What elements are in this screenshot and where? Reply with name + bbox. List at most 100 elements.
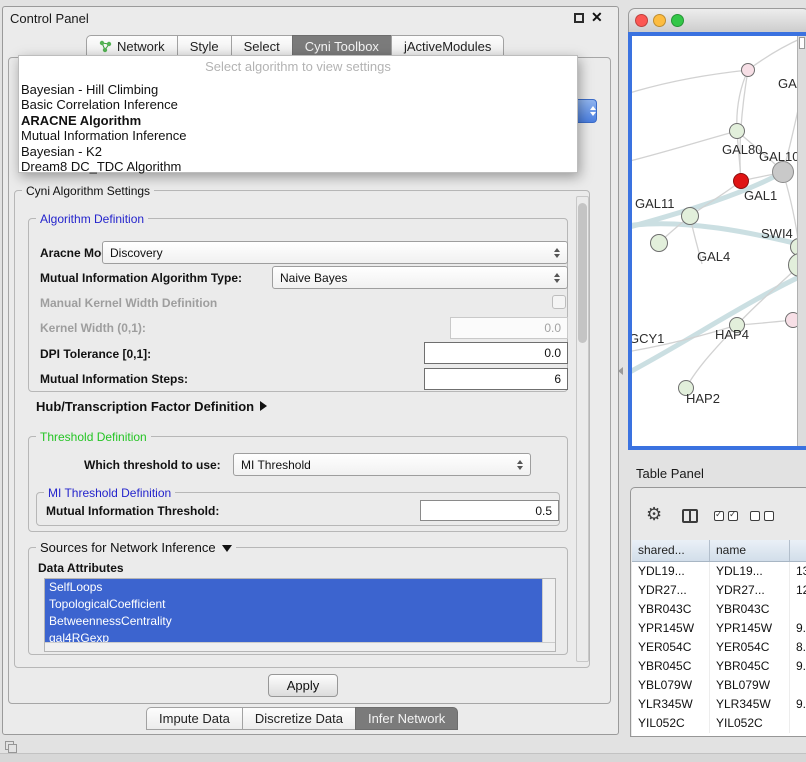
cyni-bottom-tabs: Impute Data Discretize Data Infer Networ…: [146, 707, 458, 730]
node-label-gal1[interactable]: GAL1: [744, 188, 777, 203]
tab-label: jActiveModules: [404, 39, 491, 54]
attribute-item[interactable]: TopologicalCoefficient: [45, 596, 542, 613]
sources-group-toggle[interactable]: Sources for Network Inference: [36, 540, 236, 555]
combo-stepper-icon: [554, 248, 560, 258]
cyni-algorithm-settings-title: Cyni Algorithm Settings: [22, 184, 154, 198]
list-vertical-scrollbar[interactable]: [542, 579, 555, 642]
tab-label: Style: [190, 39, 219, 54]
hub-section-label: Hub/Transcription Factor Definition: [36, 399, 254, 414]
table-row[interactable]: YIL052C YIL052C: [632, 714, 806, 733]
mi-steps-input[interactable]: 6: [424, 368, 568, 390]
aracne-mode-select[interactable]: Discovery: [102, 241, 568, 264]
float-window-icon[interactable]: [574, 13, 584, 23]
mi-threshold-label: Mutual Information Threshold:: [46, 504, 219, 518]
network-canvas[interactable]: GAL7 GAL80 GAL10 GAL11 GAL1 SWI4 GAL4 GC…: [632, 36, 806, 446]
checked-box-icon: [714, 511, 724, 521]
settings-scrollbar[interactable]: [576, 196, 589, 662]
table-row[interactable]: YBR045C YBR045C 9.: [632, 657, 806, 676]
network-window-titlebar[interactable]: [628, 8, 806, 32]
mi-algorithm-type-label: Mutual Information Algorithm Type:: [40, 271, 242, 285]
network-node[interactable]: [772, 161, 794, 183]
network-vertical-scrollbar[interactable]: [797, 36, 806, 446]
gear-icon[interactable]: ⚙: [646, 504, 662, 525]
algorithm-option-selected[interactable]: ARACNE Algorithm: [19, 113, 577, 128]
table-row[interactable]: YBL079W YBL079W: [632, 676, 806, 695]
dpi-tolerance-input[interactable]: 0.0: [424, 342, 568, 364]
node-label-swi4[interactable]: SWI4: [761, 226, 793, 241]
control-panel-title: Control Panel: [10, 11, 89, 26]
aracne-mode-value: Discovery: [110, 246, 163, 260]
cell-shared-name: YDR27...: [632, 581, 710, 600]
cell-shared-name: YBR043C: [632, 600, 710, 619]
cell-value: 8.: [790, 638, 806, 657]
algorithm-option[interactable]: Bayesian - K2: [19, 144, 577, 159]
hub-section-toggle[interactable]: Hub/Transcription Factor Definition: [36, 399, 267, 414]
tab-infer-network[interactable]: Infer Network: [355, 707, 458, 730]
mi-threshold-value: 0.5: [535, 504, 552, 518]
node-label-hap2[interactable]: HAP2: [686, 391, 720, 406]
node-label-hap4[interactable]: HAP4: [715, 327, 749, 342]
apply-button[interactable]: Apply: [268, 674, 338, 697]
cell-name: YDL19...: [710, 562, 790, 581]
cell-shared-name: YBR045C: [632, 657, 710, 676]
scrollbar-thumb[interactable]: [578, 203, 587, 343]
column-header[interactable]: [790, 540, 806, 561]
node-label-gal80[interactable]: GAL80: [722, 142, 762, 157]
table-row[interactable]: YPR145W YPR145W 9.: [632, 619, 806, 638]
close-traffic-light-icon[interactable]: [635, 14, 648, 27]
algorithm-option[interactable]: Dream8 DC_TDC Algorithm: [19, 159, 577, 174]
table-row[interactable]: YDR27... YDR27... 12: [632, 581, 806, 600]
panel-splitter-arrow[interactable]: [618, 367, 623, 375]
tab-discretize-data[interactable]: Discretize Data: [242, 707, 356, 730]
network-node[interactable]: [681, 207, 699, 225]
column-header-shared-name[interactable]: shared...: [632, 540, 710, 561]
table-row[interactable]: YER054C YER054C 8.: [632, 638, 806, 657]
algorithm-option[interactable]: Bayesian - Hill Climbing: [19, 82, 577, 97]
node-label-gal11[interactable]: GAL11: [635, 196, 675, 211]
manual-kernel-width-label: Manual Kernel Width Definition: [40, 296, 217, 310]
table-row[interactable]: YLR345W YLR345W 9.: [632, 695, 806, 714]
algorithm-option[interactable]: Basic Correlation Inference: [19, 97, 577, 112]
node-label-gcy1[interactable]: GCY1: [632, 331, 664, 346]
attribute-item[interactable]: gal4RGexp: [45, 630, 542, 642]
mi-algorithm-type-select[interactable]: Naive Bayes: [272, 266, 568, 289]
cell-shared-name: YDL19...: [632, 562, 710, 581]
tab-impute-data[interactable]: Impute Data: [146, 707, 243, 730]
attribute-item[interactable]: BetweennessCentrality: [45, 613, 542, 630]
cell-name: YBL079W: [710, 676, 790, 695]
node-label-gal4[interactable]: GAL4: [697, 249, 730, 264]
close-panel-icon[interactable]: ✕: [591, 9, 603, 26]
columns-icon-divider: [689, 511, 691, 521]
minimize-traffic-light-icon[interactable]: [653, 14, 666, 27]
collapsed-arrow-icon: [260, 401, 267, 411]
cell-value: [790, 714, 806, 733]
algorithm-option[interactable]: Mutual Information Inference: [19, 128, 577, 143]
network-node[interactable]: [741, 63, 755, 77]
mi-threshold-input[interactable]: 0.5: [420, 500, 559, 521]
threshold-definition-title: Threshold Definition: [36, 430, 151, 444]
list-horizontal-scrollbar[interactable]: [45, 642, 555, 651]
table-row[interactable]: YBR043C YBR043C: [632, 600, 806, 619]
dpi-tolerance-label: DPI Tolerance [0,1]:: [40, 347, 151, 361]
mi-threshold-definition-title: MI Threshold Definition: [44, 486, 175, 500]
tab-label: Impute Data: [159, 711, 230, 726]
expanded-arrow-icon: [222, 545, 232, 552]
mi-algorithm-type-value: Naive Bayes: [280, 271, 347, 285]
data-attributes-label: Data Attributes: [38, 561, 124, 575]
node-label-gal10[interactable]: GAL10: [759, 149, 799, 164]
attribute-item[interactable]: SelfLoops: [45, 579, 542, 596]
deselect-all-checkboxes-icon[interactable]: [750, 511, 774, 521]
which-threshold-value: MI Threshold: [241, 458, 311, 472]
network-node-selected[interactable]: [733, 173, 749, 189]
manual-kernel-width-checkbox[interactable]: [552, 295, 566, 309]
network-node[interactable]: [729, 123, 745, 139]
which-threshold-select[interactable]: MI Threshold: [233, 453, 531, 476]
columns-icon[interactable]: [682, 509, 698, 523]
cell-shared-name: YBL079W: [632, 676, 710, 695]
table-row[interactable]: YDL19... YDL19... 13: [632, 562, 806, 581]
scrollbar-thumb[interactable]: [799, 37, 805, 49]
network-node[interactable]: [650, 234, 668, 252]
select-all-checkboxes-icon[interactable]: [714, 511, 738, 521]
zoom-traffic-light-icon[interactable]: [671, 14, 684, 27]
column-header-name[interactable]: name: [710, 540, 790, 561]
